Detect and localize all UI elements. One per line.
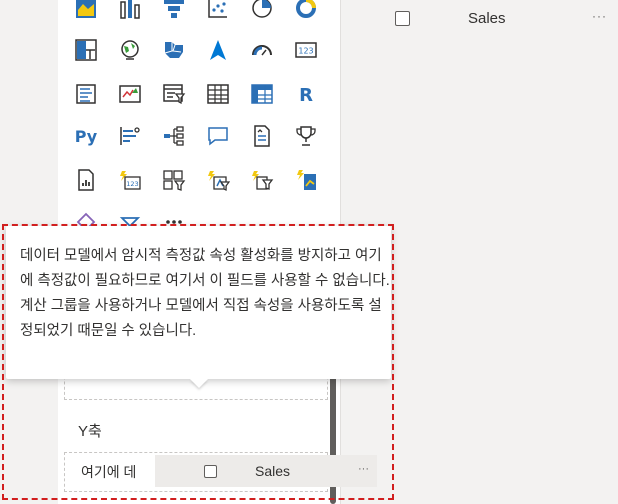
svg-text:R: R — [299, 85, 313, 106]
drop-placeholder: 여기에 데 — [81, 464, 137, 480]
field-item-sales[interactable]: Sales ··· — [395, 0, 618, 36]
donut-chart-icon[interactable] — [292, 0, 320, 22]
ribbon-chart-icon[interactable] — [116, 0, 144, 22]
svg-text:123: 123 — [298, 47, 313, 56]
field-checkbox[interactable] — [395, 10, 410, 26]
power-apps-filter-icon[interactable] — [248, 166, 276, 194]
svg-text:Py: Py — [75, 127, 98, 146]
chip-label: Sales — [255, 463, 291, 479]
power-flow-icon[interactable] — [292, 166, 320, 194]
paginated-report-icon[interactable] — [72, 166, 100, 194]
r-visual-icon[interactable]: R — [292, 80, 320, 108]
shape-map-icon[interactable] — [160, 36, 188, 64]
more-options-icon[interactable]: ··· — [592, 9, 607, 23]
smart-narrative-icon[interactable] — [248, 122, 276, 150]
field-label: Sales — [468, 9, 506, 27]
tooltip-text: 데이터 모델에서 암시적 측정값 속성 활성화를 방지하고 여기에 측정값이 필… — [20, 248, 390, 339]
gauge-icon[interactable] — [248, 36, 276, 64]
power-apps-slicer-icon[interactable] — [160, 166, 188, 194]
chip-checkbox — [204, 464, 217, 478]
filled-map-icon[interactable] — [72, 0, 100, 22]
svg-text:123: 123 — [126, 180, 138, 188]
chip-more-icon: ··· — [358, 463, 369, 475]
kpi-icon[interactable] — [116, 80, 144, 108]
table-icon[interactable] — [204, 80, 232, 108]
power-apps-card-icon[interactable]: 123 — [116, 166, 144, 194]
qa-icon[interactable] — [204, 122, 232, 150]
map-globe-icon[interactable] — [116, 36, 144, 64]
matrix-icon[interactable] — [248, 80, 276, 108]
slicer-icon[interactable] — [160, 80, 188, 108]
pie-chart-icon[interactable] — [248, 0, 276, 22]
power-automate-icon[interactable] — [204, 166, 232, 194]
key-influencers-icon[interactable] — [116, 122, 144, 150]
multi-row-card-icon[interactable] — [72, 80, 100, 108]
azure-map-icon[interactable] — [204, 36, 232, 64]
tooltip: 데이터 모델에서 암시적 측정값 속성 활성화를 방지하고 여기에 측정값이 필… — [6, 226, 391, 379]
y-axis-label: Y축 — [78, 423, 102, 440]
python-visual-icon[interactable]: Py — [72, 122, 100, 150]
tooltip-arrow — [190, 379, 208, 388]
card-icon[interactable]: 123 — [292, 36, 320, 64]
decomposition-tree-icon[interactable] — [160, 122, 188, 150]
trophy-goals-icon[interactable] — [292, 122, 320, 150]
funnel-icon[interactable] — [160, 0, 188, 22]
treemap-icon[interactable] — [72, 36, 100, 64]
scatter-chart-icon[interactable] — [204, 0, 232, 22]
dragged-field-chip[interactable]: Sales ··· — [155, 455, 377, 487]
